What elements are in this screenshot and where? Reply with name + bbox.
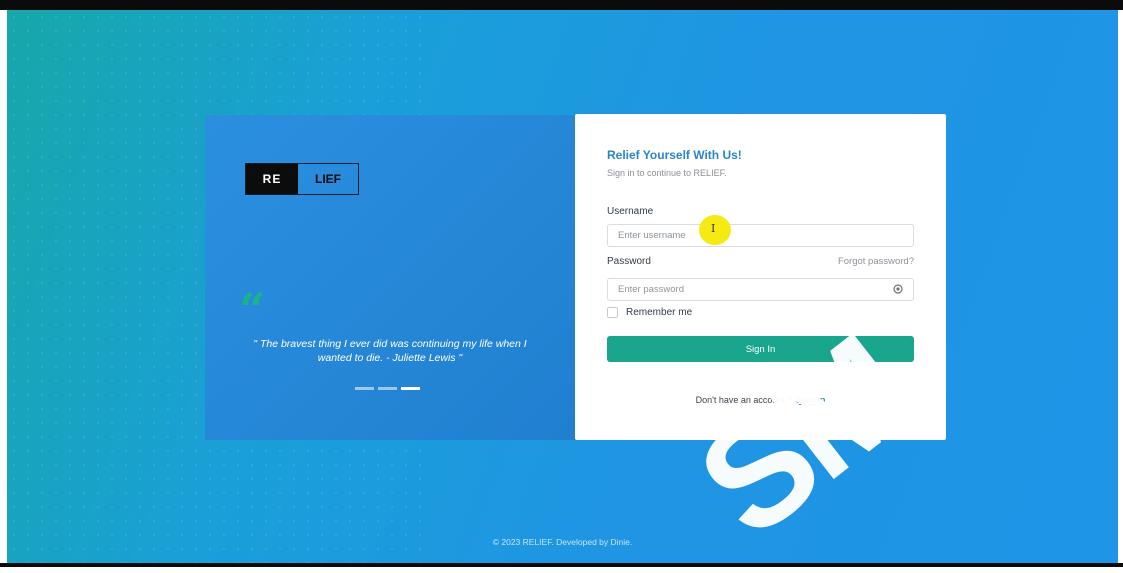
relief-logo: RE LIEF xyxy=(245,163,359,195)
logo-left-part: RE xyxy=(246,164,298,194)
text-cursor-icon: I xyxy=(711,222,716,235)
remember-me-checkbox[interactable] xyxy=(607,307,618,318)
carousel-indicator[interactable] xyxy=(355,387,374,390)
screen-top-bar xyxy=(0,0,1123,10)
carousel-indicators xyxy=(355,387,420,390)
logo-right-part: LIEF xyxy=(315,172,341,186)
carousel-indicator-active[interactable] xyxy=(401,387,420,390)
username-label: Username xyxy=(607,206,654,217)
login-title: Relief Yourself With Us! xyxy=(607,148,742,162)
remember-me-row: Remember me xyxy=(607,307,692,318)
quote-icon: “ xyxy=(239,283,266,337)
login-page: RE LIEF “ " The bravest thing I ever did… xyxy=(7,10,1118,563)
screen-bottom-bar xyxy=(0,563,1123,567)
page-footer: © 2023 RELIEF. Developed by Dinie. xyxy=(492,537,633,547)
username-input[interactable] xyxy=(607,224,914,247)
hero-panel: RE LIEF “ " The bravest thing I ever did… xyxy=(205,115,576,440)
remember-me-label[interactable]: Remember me xyxy=(626,307,692,318)
login-subtitle: Sign in to continue to RELIEF. xyxy=(607,168,727,178)
hero-quote: " The bravest thing I ever did was conti… xyxy=(253,338,527,364)
carousel-indicator[interactable] xyxy=(378,387,397,390)
password-label: Password xyxy=(607,256,651,267)
